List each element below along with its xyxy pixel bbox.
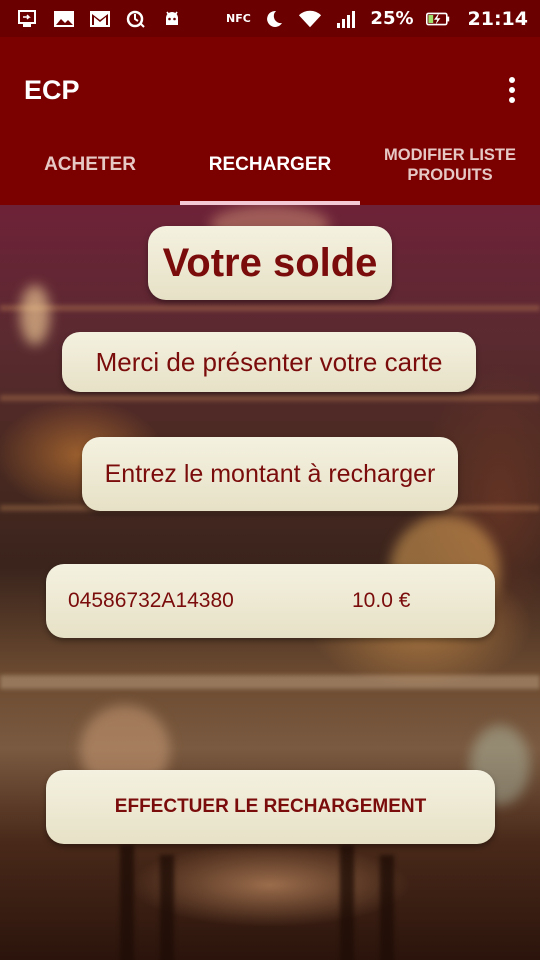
moon-icon — [262, 9, 286, 29]
status-bar-notifications — [16, 9, 184, 29]
nfc-icon: NFC — [226, 12, 251, 25]
android-icon — [160, 9, 184, 29]
stool-decoration — [120, 845, 134, 960]
status-bar-system: NFC 25% 21:14 — [226, 8, 528, 30]
tab-acheter[interactable]: ACHETER — [0, 131, 180, 205]
shelf-decoration — [0, 305, 540, 311]
usb-debug-icon — [16, 9, 40, 29]
stool-decoration — [160, 855, 174, 960]
sync-icon — [124, 9, 148, 29]
stool-decoration — [340, 845, 354, 960]
amount-field[interactable]: 10.0 € — [352, 589, 410, 613]
amount-prompt: Entrez le montant à recharger — [82, 437, 458, 511]
light-decoration — [20, 285, 50, 345]
clock: 21:14 — [467, 7, 528, 30]
present-card-message: Merci de présenter votre carte — [62, 332, 476, 392]
status-bar: NFC 25% 21:14 — [0, 0, 540, 37]
balance-title: Votre solde — [148, 226, 392, 300]
battery-percent: 25% — [370, 8, 414, 29]
shelf-decoration — [0, 395, 540, 401]
counter-decoration — [0, 675, 540, 689]
app-bar: ECP ACHETER RECHARGER MODIFIER LISTE PRO… — [0, 37, 540, 205]
app-title: ECP — [24, 75, 80, 105]
stool-decoration — [380, 855, 394, 960]
recharge-button[interactable]: EFFECTUER LE RECHARGEMENT — [46, 770, 495, 844]
card-id-value: 04586732A14380 — [68, 589, 234, 612]
tab-recharger[interactable]: RECHARGER — [180, 131, 360, 205]
tab-modifier-liste-produits[interactable]: MODIFIER LISTE PRODUITS — [360, 131, 540, 205]
signal-icon — [334, 9, 358, 29]
battery-charging-icon — [425, 9, 450, 29]
tab-bar: ACHETER RECHARGER MODIFIER LISTE PRODUIT… — [0, 131, 540, 205]
more-vert-icon[interactable] — [502, 75, 522, 105]
image-icon — [52, 9, 76, 29]
wifi-icon — [298, 9, 322, 29]
recharge-input-row[interactable]: 04586732A14380 10.0 € — [46, 564, 495, 638]
gmail-icon — [88, 9, 112, 29]
